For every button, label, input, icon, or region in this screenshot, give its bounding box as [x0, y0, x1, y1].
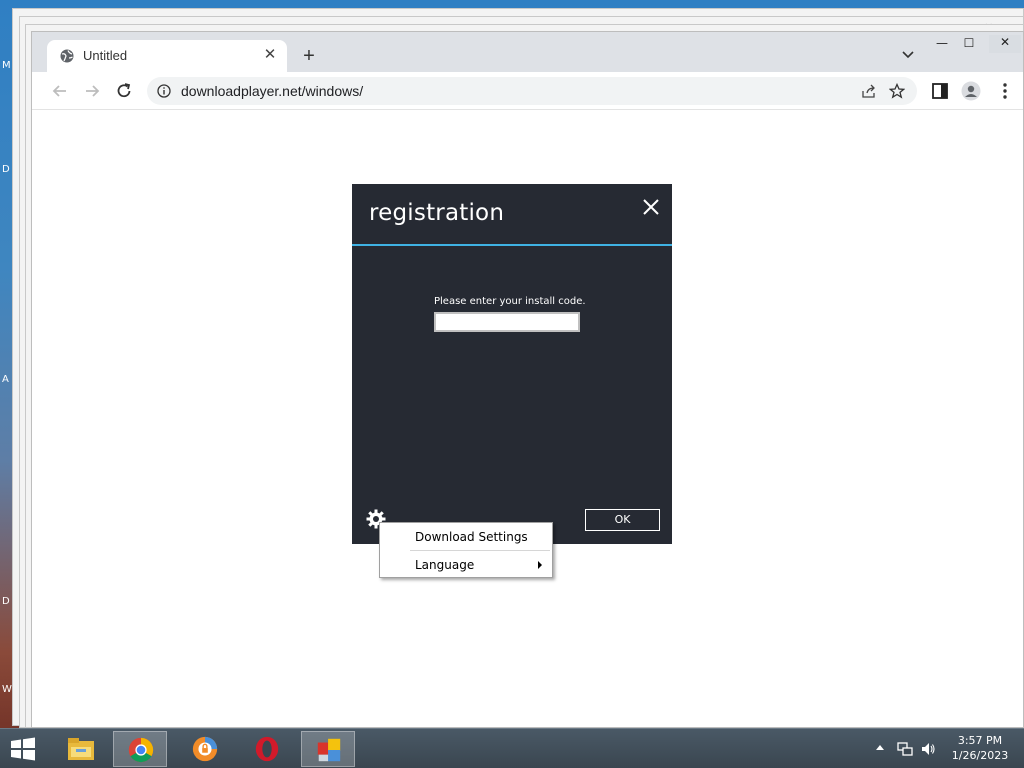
taskbar-installer[interactable]	[301, 731, 355, 767]
install-code-input[interactable]	[434, 312, 580, 332]
tab-title: Untitled	[83, 48, 128, 63]
minimize-button[interactable]: —	[927, 36, 957, 52]
new-tab-button[interactable]: +	[298, 45, 320, 67]
back-arrow-icon[interactable]	[49, 80, 71, 102]
menu-item-download-settings[interactable]: Download Settings	[380, 524, 552, 550]
taskbar-clock[interactable]: 3:57 PM 1/26/2023	[944, 733, 1016, 763]
chrome-icon	[128, 737, 154, 763]
globe-icon	[60, 49, 74, 63]
menu-item-label: Language	[415, 558, 475, 572]
submenu-arrow-icon	[538, 561, 542, 569]
tab-close-icon[interactable]: ✕	[261, 46, 279, 64]
url-text[interactable]: downloadplayer.net/windows/	[181, 83, 363, 99]
forward-arrow-icon[interactable]	[81, 80, 103, 102]
show-hidden-icons-icon[interactable]	[876, 745, 884, 750]
taskbar: 3:57 PM 1/26/2023	[0, 728, 1024, 768]
profile-avatar-icon[interactable]	[961, 81, 981, 101]
desktop-icon-label: D	[2, 164, 10, 175]
network-icon[interactable]	[897, 741, 913, 757]
browser-toolbar: downloadplayer.net/windows/	[32, 72, 1023, 110]
info-icon[interactable]	[157, 84, 171, 98]
desktop-icon-label: A	[2, 374, 9, 385]
menu-item-language[interactable]: Language	[380, 552, 552, 578]
menu-item-label: Download Settings	[415, 530, 528, 544]
tab-untitled[interactable]: Untitled ✕	[47, 40, 287, 72]
close-button[interactable]: ✕	[989, 35, 1021, 53]
taskbar-chrome[interactable]	[113, 731, 167, 767]
opera-icon	[255, 736, 279, 762]
tab-strip: Untitled ✕ + — ☐ ✕	[32, 32, 1023, 72]
desktop-icon-label: W	[2, 684, 12, 695]
kebab-menu-icon[interactable]	[995, 81, 1015, 101]
chevron-down-icon[interactable]	[901, 47, 915, 61]
ok-button[interactable]: OK	[585, 509, 660, 531]
maximize-button[interactable]: ☐	[954, 36, 984, 52]
settings-context-menu: Download Settings Language	[379, 522, 553, 578]
install-code-label: Please enter your install code.	[434, 296, 586, 307]
close-icon[interactable]	[642, 198, 660, 216]
taskbar-opera[interactable]	[240, 731, 294, 767]
clock-date: 1/26/2023	[951, 749, 1009, 762]
dialog-title: registration	[369, 200, 505, 226]
desktop-icon-label: M	[2, 60, 11, 71]
volume-icon[interactable]	[920, 741, 936, 757]
file-explorer-icon	[68, 738, 94, 760]
registration-dialog: registration Please enter your install c…	[352, 184, 672, 544]
taskbar-avast-secure-browser[interactable]	[178, 731, 232, 767]
reload-icon[interactable]	[113, 80, 135, 102]
menu-separator	[410, 550, 550, 551]
windows-start-icon[interactable]	[8, 737, 38, 761]
installer-icon	[317, 738, 341, 762]
avast-secure-browser-icon	[192, 736, 218, 762]
address-bar[interactable]: downloadplayer.net/windows/	[147, 77, 917, 105]
bookmark-star-icon[interactable]	[889, 83, 905, 99]
clock-time: 3:57 PM	[957, 734, 1003, 747]
share-icon[interactable]	[861, 83, 877, 99]
title-divider	[352, 244, 672, 246]
side-panel-icon[interactable]	[930, 81, 950, 101]
desktop-icon-label: D	[2, 596, 10, 607]
taskbar-file-explorer[interactable]	[54, 731, 108, 767]
